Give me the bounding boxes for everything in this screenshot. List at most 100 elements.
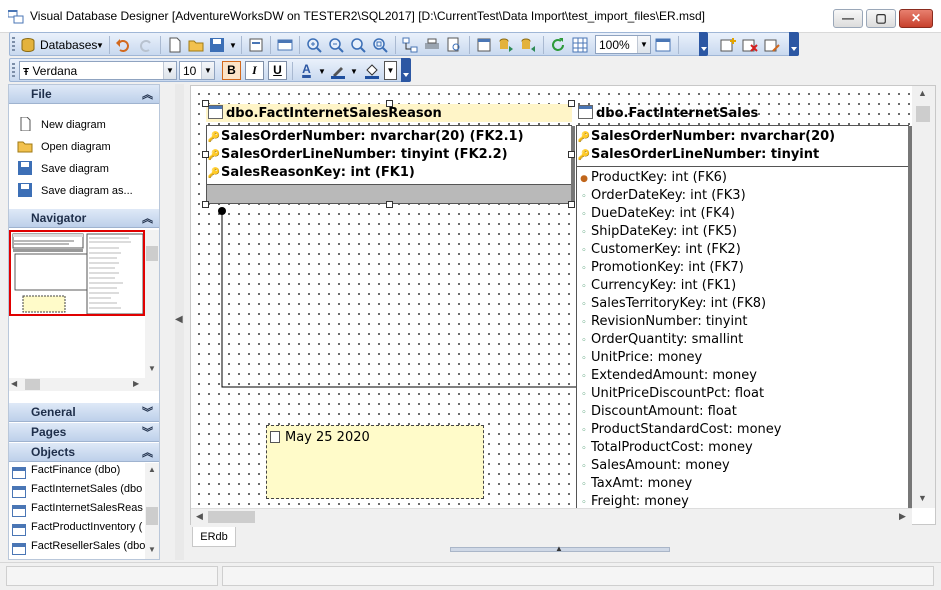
pk-field[interactable]: 🔑SalesOrderLineNumber: tinyint (FK2.2) bbox=[207, 146, 508, 164]
arrow-down-icon[interactable]: ▼ bbox=[148, 364, 156, 373]
print-preview-icon[interactable] bbox=[248, 37, 264, 53]
arrow-up-icon[interactable]: ▲ bbox=[148, 465, 156, 474]
open-diagram-link[interactable]: Open diagram bbox=[17, 139, 111, 157]
expand-up-icon[interactable]: ▲ bbox=[555, 544, 563, 553]
resize-handle[interactable] bbox=[386, 201, 393, 208]
chevron-down-icon[interactable]: ▼ bbox=[229, 41, 237, 50]
bold-button[interactable]: B bbox=[222, 61, 241, 80]
panel-splitter[interactable]: ◀ bbox=[175, 84, 184, 560]
toolbar-options-button[interactable] bbox=[401, 58, 411, 82]
field-row[interactable]: ◦ SalesAmount: money bbox=[577, 457, 729, 475]
new-page-icon[interactable] bbox=[476, 37, 492, 53]
pk-field[interactable]: 🔑SalesReasonKey: int (FK1) bbox=[207, 164, 415, 182]
open-folder-icon[interactable] bbox=[188, 37, 204, 53]
canvas-vscrollbar[interactable]: ▲ ▼ bbox=[912, 86, 935, 508]
font-name-select[interactable]: Ŧ Verdana ▼ bbox=[19, 61, 177, 80]
fill-color-icon[interactable] bbox=[364, 63, 380, 79]
field-row[interactable]: ◦ UnitPrice: money bbox=[577, 349, 702, 367]
entity-fact-internet-sales[interactable]: dbo.FactInternetSales 🔑SalesOrderNumber:… bbox=[576, 104, 912, 508]
field-row[interactable]: ◦ SalesTerritoryKey: int (FK8) bbox=[577, 295, 766, 313]
field-row[interactable]: ◦ DiscountAmount: float bbox=[577, 403, 737, 421]
chevron-down-icon[interactable]: ▼ bbox=[384, 61, 397, 80]
resize-handle[interactable] bbox=[568, 100, 575, 107]
objects-section-header[interactable]: Objects ︽ bbox=[9, 443, 159, 462]
resize-handle[interactable] bbox=[202, 201, 209, 208]
arrow-down-icon[interactable]: ▼ bbox=[918, 493, 927, 503]
collapse-icon[interactable]: ︽ bbox=[142, 210, 153, 226]
arrow-down-icon[interactable]: ▼ bbox=[148, 545, 156, 554]
resize-handle[interactable] bbox=[568, 201, 575, 208]
arrow-left-icon[interactable]: ◀ bbox=[11, 379, 17, 388]
file-section-header[interactable]: File ︽ bbox=[9, 85, 159, 104]
field-row[interactable]: ● ProductKey: int (FK6) bbox=[577, 169, 727, 187]
collapse-icon[interactable]: ︽ bbox=[142, 86, 153, 102]
chevron-down-icon[interactable]: ▼ bbox=[637, 36, 650, 53]
field-row[interactable]: ◦ OrderDateKey: int (FK3) bbox=[577, 187, 745, 205]
tab-erdb[interactable]: ERdb bbox=[192, 527, 236, 547]
underline-button[interactable]: U bbox=[268, 61, 287, 80]
list-item[interactable]: FactFinance (dbo) bbox=[9, 464, 149, 483]
scroll-thumb[interactable] bbox=[146, 246, 158, 261]
list-item[interactable]: FactInternetSalesReas bbox=[9, 502, 149, 521]
field-row[interactable]: ◦ PromotionKey: int (FK7) bbox=[577, 259, 743, 277]
field-row[interactable]: ◦ UnitPriceDiscountPct: float bbox=[577, 385, 764, 403]
entity-fact-internet-sales-reason[interactable]: dbo.FactInternetSalesReason 🔑SalesOrderN… bbox=[202, 100, 575, 208]
refresh-icon[interactable] bbox=[550, 37, 566, 53]
databases-dropdown[interactable]: Databases bbox=[40, 38, 97, 52]
scroll-thumb[interactable] bbox=[208, 511, 255, 523]
note-box[interactable]: May 25 2020 bbox=[266, 425, 484, 499]
chevron-down-icon[interactable]: ▼ bbox=[350, 67, 358, 76]
canvas-hscrollbar[interactable]: ◀ ▶ bbox=[191, 508, 912, 525]
font-size-select[interactable]: 10 ▼ bbox=[179, 61, 215, 80]
properties-icon[interactable] bbox=[277, 37, 293, 53]
undo-icon[interactable] bbox=[115, 37, 131, 53]
zoom-select[interactable]: 100% ▼ bbox=[595, 35, 651, 54]
arrow-right-icon[interactable]: ▶ bbox=[899, 511, 906, 522]
new-file-icon[interactable] bbox=[167, 37, 183, 53]
navigator-section-header[interactable]: Navigator ︽ bbox=[9, 209, 159, 228]
diagram-canvas[interactable]: dbo.FactInternetSalesReason 🔑SalesOrderN… bbox=[191, 86, 912, 508]
field-row[interactable]: ◦ ExtendedAmount: money bbox=[577, 367, 757, 385]
zoom-in-icon[interactable] bbox=[306, 37, 322, 53]
pk-field[interactable]: 🔑SalesOrderLineNumber: tinyint bbox=[577, 146, 819, 164]
font-color-button[interactable]: A bbox=[297, 61, 316, 80]
field-row[interactable]: ◦ OrderQuantity: smallint bbox=[577, 331, 743, 349]
resize-handle[interactable] bbox=[386, 100, 393, 107]
field-row[interactable]: ◦ DueDateKey: int (FK4) bbox=[577, 205, 735, 223]
arrow-up-icon[interactable]: ▲ bbox=[918, 88, 927, 98]
navigator-view[interactable]: ▼ ◀ ▶ bbox=[9, 230, 159, 391]
expand-icon[interactable]: ︾ bbox=[142, 404, 153, 420]
zoom-fit-icon[interactable] bbox=[350, 37, 366, 53]
arrow-right-icon[interactable]: ▶ bbox=[133, 379, 139, 388]
pk-field[interactable]: 🔑SalesOrderNumber: nvarchar(20) bbox=[577, 128, 835, 146]
list-item[interactable]: FactResellerSales (dbo bbox=[9, 540, 149, 559]
edit-object-icon[interactable] bbox=[764, 37, 780, 53]
field-row[interactable]: ◦ ShipDateKey: int (FK5) bbox=[577, 223, 737, 241]
field-row[interactable]: ◦ Freight: money bbox=[577, 493, 689, 508]
toolbar-grip[interactable] bbox=[12, 37, 15, 53]
chevron-down-icon[interactable]: ▼ bbox=[96, 41, 104, 50]
generate-icon[interactable] bbox=[520, 37, 536, 53]
layout-icon[interactable] bbox=[402, 37, 418, 53]
zoom-actual-icon[interactable] bbox=[372, 37, 388, 53]
toolbar-options-button[interactable] bbox=[699, 32, 708, 56]
new-diagram-link[interactable]: New diagram bbox=[17, 117, 106, 135]
databases-icon[interactable] bbox=[20, 37, 36, 53]
scroll-thumb[interactable] bbox=[146, 507, 158, 525]
print-icon[interactable] bbox=[424, 37, 440, 53]
list-item[interactable]: FactInternetSales (dbo bbox=[9, 483, 149, 502]
chevron-down-icon[interactable]: ▼ bbox=[163, 62, 176, 79]
reverse-engineer-icon[interactable] bbox=[498, 37, 514, 53]
close-button[interactable]: ✕ bbox=[899, 9, 933, 28]
line-color-icon[interactable] bbox=[330, 63, 346, 79]
navigator-scrollbar[interactable]: ▼ bbox=[145, 230, 159, 378]
pk-field[interactable]: 🔑SalesOrderNumber: nvarchar(20) (FK2.1) bbox=[207, 128, 524, 146]
preview-icon[interactable] bbox=[446, 37, 462, 53]
field-row[interactable]: ◦ RevisionNumber: tinyint bbox=[577, 313, 747, 331]
general-section-header[interactable]: General ︾ bbox=[9, 403, 159, 422]
redo-icon[interactable] bbox=[138, 37, 154, 53]
delete-object-icon[interactable] bbox=[742, 37, 758, 53]
maximize-button[interactable]: ▢ bbox=[866, 9, 896, 28]
resize-handle[interactable] bbox=[568, 151, 575, 158]
chevron-down-icon[interactable]: ▼ bbox=[318, 67, 326, 76]
